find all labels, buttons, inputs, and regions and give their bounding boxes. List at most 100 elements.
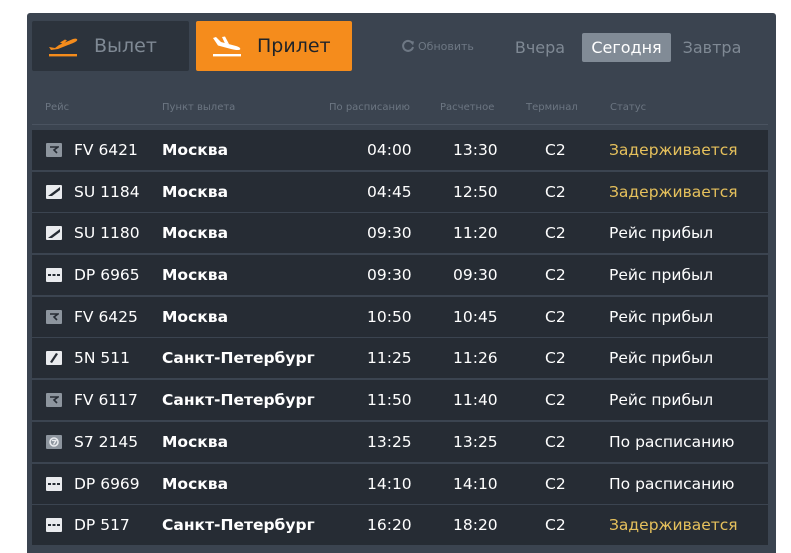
scheduled-time: 11:25: [367, 349, 412, 368]
estimated-time: 09:30: [453, 266, 498, 285]
refresh-icon: [402, 39, 414, 52]
column-header-scheduled: По расписанию: [329, 102, 410, 113]
flight-status: Рейс прибыл: [609, 349, 714, 368]
flight-list: FV 6421 Москва 04:00 13:30 C2 Задерживае…: [32, 130, 768, 547]
column-header-flight: Рейс: [45, 102, 70, 113]
table-row[interactable]: 5N 511 Санкт-Петербург 11:25 11:26 C2 Ре…: [32, 338, 768, 379]
column-header-estimated: Расчетное: [440, 102, 495, 113]
estimated-time: 12:50: [453, 182, 498, 201]
flight-number: SU 1184: [74, 182, 140, 201]
scheduled-time: 11:50: [367, 391, 412, 410]
pobeda-icon: [46, 268, 62, 283]
scheduled-time: 14:10: [367, 474, 412, 493]
tab-departure-label: Вылет: [94, 35, 157, 57]
flight-number: FV 6117: [74, 391, 138, 410]
header-divider: [32, 124, 768, 125]
origin-city: Санкт-Петербург: [162, 516, 315, 535]
nordwind-icon: [46, 393, 62, 408]
flight-number: FV 6421: [74, 141, 138, 159]
flight-status: Задерживается: [609, 141, 738, 159]
table-row[interactable]: DP 517 Санкт-Петербург 16:20 18:20 C2 За…: [32, 505, 768, 546]
estimated-time: 14:10: [453, 474, 498, 493]
scheduled-time: 04:45: [367, 182, 412, 201]
flight-status: Рейс прибыл: [609, 266, 714, 285]
origin-city: Москва: [162, 141, 229, 159]
terminal: C2: [545, 349, 566, 368]
origin-city: Москва: [162, 182, 229, 201]
flight-number: DP 6965: [74, 266, 140, 285]
origin-city: Москва: [162, 474, 229, 493]
table-row[interactable]: DP 6969 Москва 14:10 14:10 C2 По расписа…: [32, 463, 768, 504]
pobeda-icon: [46, 518, 62, 533]
flight-status: Рейс прибыл: [609, 307, 714, 326]
day-today[interactable]: Сегодня: [582, 33, 671, 62]
estimated-time: 11:26: [453, 349, 498, 368]
day-tomorrow[interactable]: Завтра: [678, 33, 746, 62]
pobeda-icon: [46, 476, 62, 491]
scheduled-time: 10:50: [367, 307, 412, 326]
tab-departure[interactable]: Вылет: [32, 21, 189, 71]
origin-city: Москва: [162, 307, 229, 326]
terminal: C2: [545, 182, 566, 201]
scheduled-time: 04:00: [367, 141, 412, 159]
aeroflot-icon: [46, 226, 62, 241]
table-row[interactable]: FV 6425 Москва 10:50 10:45 C2 Рейс прибы…: [32, 296, 768, 337]
nordwind-icon: [46, 309, 62, 324]
scheduled-time: 13:25: [367, 432, 412, 451]
table-row[interactable]: FV 6117 Санкт-Петербург 11:50 11:40 C2 Р…: [32, 380, 768, 421]
flight-status: Рейс прибыл: [609, 224, 714, 243]
table-row[interactable]: FV 6421 Москва 04:00 13:30 C2 Задерживае…: [32, 130, 768, 170]
terminal: C2: [545, 391, 566, 410]
flight-number: FV 6425: [74, 307, 138, 326]
day-yesterday[interactable]: Вчера: [511, 33, 569, 62]
flight-status: Задерживается: [609, 182, 738, 201]
origin-city: Москва: [162, 432, 229, 451]
table-row[interactable]: SU 1184 Москва 04:45 12:50 C2 Задерживае…: [32, 171, 768, 212]
scheduled-time: 16:20: [367, 516, 412, 535]
tab-arrival-label: Прилет: [257, 35, 331, 57]
estimated-time: 10:45: [453, 307, 498, 326]
column-header-status: Статус: [610, 102, 647, 113]
arrival-plane-icon: [213, 36, 241, 57]
refresh-button[interactable]: Обновить: [401, 39, 474, 53]
flight-board: Вылет Прилет Обновить Вчера Сегодня Завт…: [27, 13, 776, 553]
terminal: C2: [545, 307, 566, 326]
column-header-terminal: Терминал: [526, 102, 578, 113]
aeroflot-icon: [46, 184, 62, 199]
origin-city: Санкт-Петербург: [162, 391, 315, 410]
refresh-label: Обновить: [418, 39, 474, 53]
origin-city: Москва: [162, 224, 229, 243]
table-row[interactable]: S7 2145 Москва 13:25 13:25 C2 По расписа…: [32, 421, 768, 462]
flight-status: Задерживается: [609, 516, 738, 535]
smartavia-icon: [46, 351, 62, 366]
flight-status: Рейс прибыл: [609, 391, 714, 410]
table-row[interactable]: DP 6965 Москва 09:30 09:30 C2 Рейс прибы…: [32, 255, 768, 296]
departure-plane-icon: [49, 38, 78, 57]
terminal: C2: [545, 141, 566, 159]
nordwind-icon: [46, 143, 62, 157]
flight-status: По расписанию: [609, 474, 735, 493]
estimated-time: 11:20: [453, 224, 498, 243]
tab-arrival[interactable]: Прилет: [196, 21, 352, 71]
terminal: C2: [545, 516, 566, 535]
estimated-time: 18:20: [453, 516, 498, 535]
column-header-origin: Пункт вылета: [162, 102, 236, 113]
scheduled-time: 09:30: [367, 266, 412, 285]
origin-city: Москва: [162, 266, 229, 285]
estimated-time: 11:40: [453, 391, 498, 410]
table-row[interactable]: SU 1180 Москва 09:30 11:20 C2 Рейс прибы…: [32, 213, 768, 254]
origin-city: Санкт-Петербург: [162, 349, 315, 368]
flight-number: S7 2145: [74, 432, 139, 451]
flight-number: SU 1180: [74, 224, 140, 243]
terminal: C2: [545, 432, 566, 451]
flight-status: По расписанию: [609, 432, 735, 451]
s7-icon: [46, 434, 62, 449]
flight-number: DP 6969: [74, 474, 140, 493]
estimated-time: 13:30: [453, 141, 498, 159]
estimated-time: 13:25: [453, 432, 498, 451]
terminal: C2: [545, 474, 566, 493]
flight-number: 5N 511: [74, 349, 130, 368]
terminal: C2: [545, 266, 566, 285]
terminal: C2: [545, 224, 566, 243]
flight-number: DP 517: [74, 516, 130, 535]
